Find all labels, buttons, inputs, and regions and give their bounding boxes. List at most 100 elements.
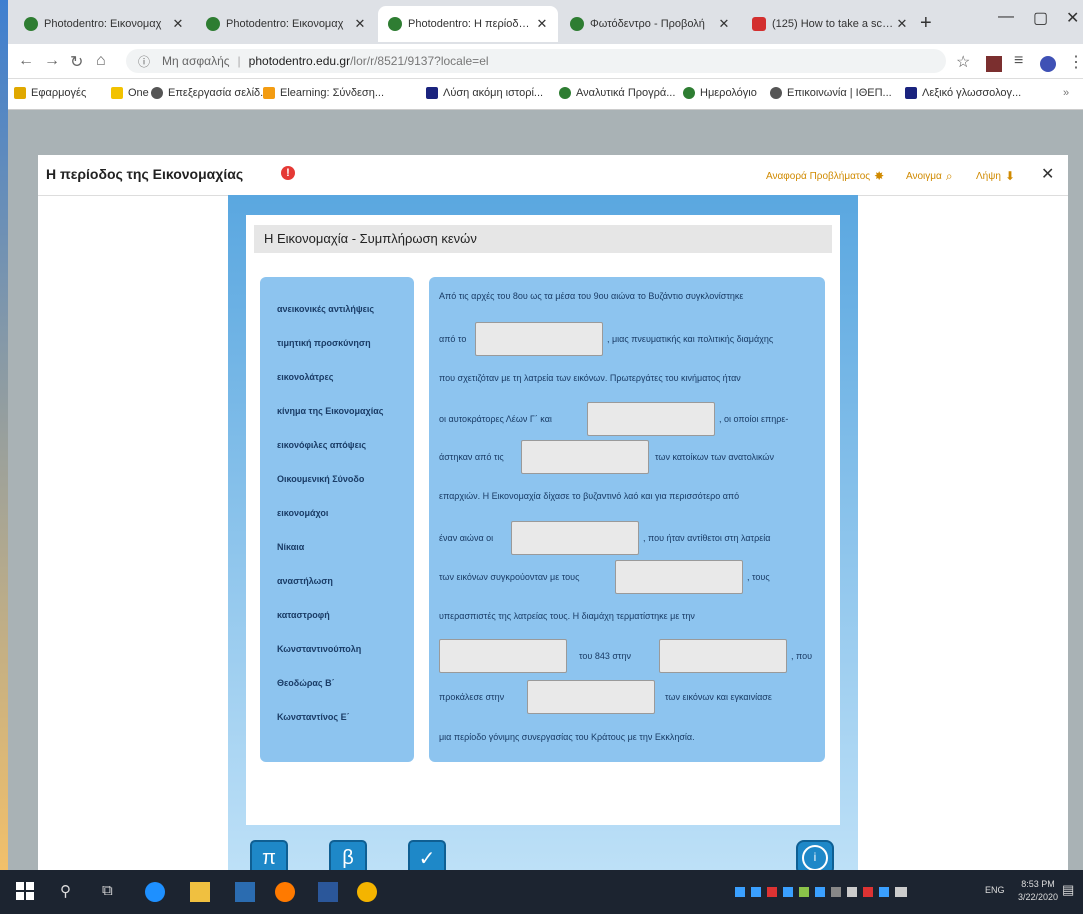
draggable-word[interactable]: Νίκαια (277, 542, 304, 552)
search-icon[interactable]: ⚲ (60, 882, 80, 902)
draggable-word[interactable]: εικονομάχοι (277, 508, 328, 518)
url-bar[interactable]: ⓘ Μη ασφαλής | photodentro.edu.gr /lor/r… (126, 49, 946, 73)
bookmark-favicon (426, 87, 438, 99)
bookmark-label: Επικοινωνία | ΙΘΕΠ... (787, 87, 892, 99)
browser-tab-5[interactable]: (125) How to take a scree ✕ (742, 6, 918, 42)
close-tab-icon[interactable]: ✕ (716, 16, 732, 32)
new-tab-button[interactable]: + (920, 12, 932, 35)
back-icon[interactable]: ← (18, 52, 34, 70)
bookmark-label: Λεξικό γλωσσολογ... (922, 87, 1022, 99)
bookmark-item[interactable]: Λύση ακόμη ιστορί... (426, 87, 543, 99)
draggable-word[interactable]: Οικουμενική Σύνοδο (277, 474, 364, 484)
more-bookmarks-icon[interactable]: » (1063, 87, 1069, 99)
bookmark-item[interactable]: Αναλυτικά Προγρά... (559, 87, 675, 99)
browser-tab-3-active[interactable]: Photodentro: Η περίοδος τ ✕ (378, 6, 558, 42)
browser-window: Photodentro: Εικονομαχ ✕ Photodentro: Ει… (8, 0, 1083, 876)
star-icon[interactable]: ☆ (956, 52, 970, 72)
bookmark-item[interactable]: Επικοινωνία | ΙΘΕΠ... (770, 87, 892, 99)
drop-blank-5[interactable] (615, 560, 743, 594)
reading-list-icon[interactable]: ≡ (1014, 52, 1023, 70)
browser-tab-2[interactable]: Photodentro: Εικονομαχ ✕ (196, 6, 376, 42)
bookmark-favicon (683, 87, 695, 99)
draggable-word[interactable]: ανεικονικές αντιλήψεις (277, 304, 374, 314)
tray-icons[interactable] (735, 885, 915, 901)
draggable-word[interactable]: Κωνσταντίνος Ε΄ (277, 712, 350, 722)
task-view-icon[interactable]: ⧉ (102, 882, 122, 902)
photodentro-favicon (570, 17, 584, 31)
browser-tab-4[interactable]: Φωτόδεντρο - Προβολή ✕ (560, 6, 740, 42)
bookmark-label: Elearning: Σύνδεση... (280, 87, 385, 99)
drop-blank-2[interactable] (587, 402, 715, 436)
draggable-word[interactable]: τιμητική προσκύνηση (277, 338, 371, 348)
draggable-word[interactable]: κίνημα της Εικονομαχίας (277, 406, 383, 416)
draggable-word[interactable]: εικονόφιλες απόψεις (277, 440, 366, 450)
close-tab-icon[interactable]: ✕ (534, 16, 550, 32)
start-icon[interactable] (16, 882, 36, 902)
forward-icon[interactable]: → (44, 52, 60, 70)
close-tab-icon[interactable]: ✕ (352, 16, 368, 32)
text-line: , τους (747, 572, 770, 582)
bookmark-label: Εφαρμογές (31, 87, 87, 99)
close-tab-icon[interactable]: ✕ (894, 16, 910, 32)
close-modal-icon[interactable]: ✕ (1041, 164, 1054, 184)
drop-blank-4[interactable] (511, 521, 639, 555)
edge-icon[interactable] (145, 882, 165, 902)
drop-blank-7[interactable] (659, 639, 787, 673)
bookmark-favicon (905, 87, 917, 99)
text-line: από το (439, 334, 467, 344)
info-icon[interactable]: ⓘ (138, 53, 150, 70)
text-line: , που (791, 651, 813, 661)
home-icon[interactable]: ⌂ (96, 52, 106, 70)
bookmark-item[interactable]: Λεξικό γλωσσολογ... (905, 87, 1021, 99)
bookmark-favicon (559, 87, 571, 99)
drop-blank-6[interactable] (439, 639, 567, 673)
draggable-word[interactable]: αναστήλωση (277, 576, 333, 586)
url-path: /lor/r/8521/9137?locale=el (350, 54, 489, 68)
notifications-icon[interactable]: ▤ (1062, 882, 1082, 902)
minimize-icon[interactable]: — (998, 8, 1014, 26)
activity-frame: Η Εικονομαχία - Συμπλήρωση κενών ανεικον… (228, 195, 858, 876)
file-explorer-icon[interactable] (190, 882, 210, 902)
mail-icon[interactable] (235, 882, 255, 902)
extension-icon[interactable] (986, 56, 1002, 72)
activity-panel: Η Εικονομαχία - Συμπλήρωση κενών ανεικον… (246, 215, 840, 825)
cloze-text-area: Από τις αρχές του 8ου ως τα μέσα του 9ου… (429, 277, 825, 762)
draggable-word[interactable]: Κωνσταντινούπολη (277, 644, 361, 654)
open-label: Ανοιγμα (906, 171, 942, 182)
report-problem-link[interactable]: Αναφορά Προβλήματος ✸ (766, 169, 884, 183)
draggable-word[interactable]: εικονολάτρες (277, 372, 333, 382)
text-line: του 843 στην (579, 651, 631, 661)
tab-title: (125) How to take a scree (772, 18, 894, 30)
bookmark-item[interactable]: Ημερολόγιο (683, 87, 757, 99)
drop-blank-3[interactable] (521, 440, 649, 474)
close-tab-icon[interactable]: ✕ (170, 16, 186, 32)
browser-tab-1[interactable]: Photodentro: Εικονομαχ ✕ (14, 6, 194, 42)
word-icon[interactable] (318, 882, 338, 902)
bookmark-item[interactable]: Εφαρμογές (14, 87, 86, 99)
download-label: Λήψη (976, 170, 1001, 182)
open-link[interactable]: Ανοιγμα ⌕ (906, 169, 953, 184)
reload-icon[interactable]: ↻ (70, 52, 83, 72)
firefox-icon[interactable] (275, 882, 295, 902)
bookmark-item[interactable]: Elearning: Σύνδεση... (263, 87, 384, 99)
tab-title: Φωτόδεντρο - Προβολή (590, 18, 705, 30)
language-indicator[interactable]: ENG (985, 885, 1005, 895)
draggable-word[interactable]: Θεοδώρας Β΄ (277, 678, 335, 688)
draggable-word[interactable]: καταστροφή (277, 610, 330, 620)
security-label: Μη ασφαλής (162, 54, 230, 68)
drop-blank-1[interactable] (475, 322, 603, 356)
download-link[interactable]: Λήψη ⬇ (976, 169, 1015, 183)
drop-blank-8[interactable] (527, 680, 655, 714)
url-host: photodentro.edu.gr (248, 54, 351, 68)
menu-icon[interactable]: ⋮ (1068, 52, 1083, 72)
profile-avatar[interactable] (1040, 56, 1056, 72)
bookmark-item[interactable]: Επεξεργασία σελίδ... (151, 87, 269, 99)
modal-title: Η περίοδος της Εικονομαχίας (46, 166, 244, 182)
chrome-icon[interactable] (357, 882, 377, 902)
bookmark-item[interactable]: One (111, 87, 149, 99)
clock[interactable]: 8:53 PM 3/22/2020 (1018, 878, 1058, 904)
alert-icon[interactable]: ! (281, 166, 295, 180)
maximize-icon[interactable]: ▢ (1033, 8, 1048, 28)
tab-title: Photodentro: Η περίοδος τ (408, 18, 534, 30)
close-window-icon[interactable]: ✕ (1066, 8, 1079, 28)
